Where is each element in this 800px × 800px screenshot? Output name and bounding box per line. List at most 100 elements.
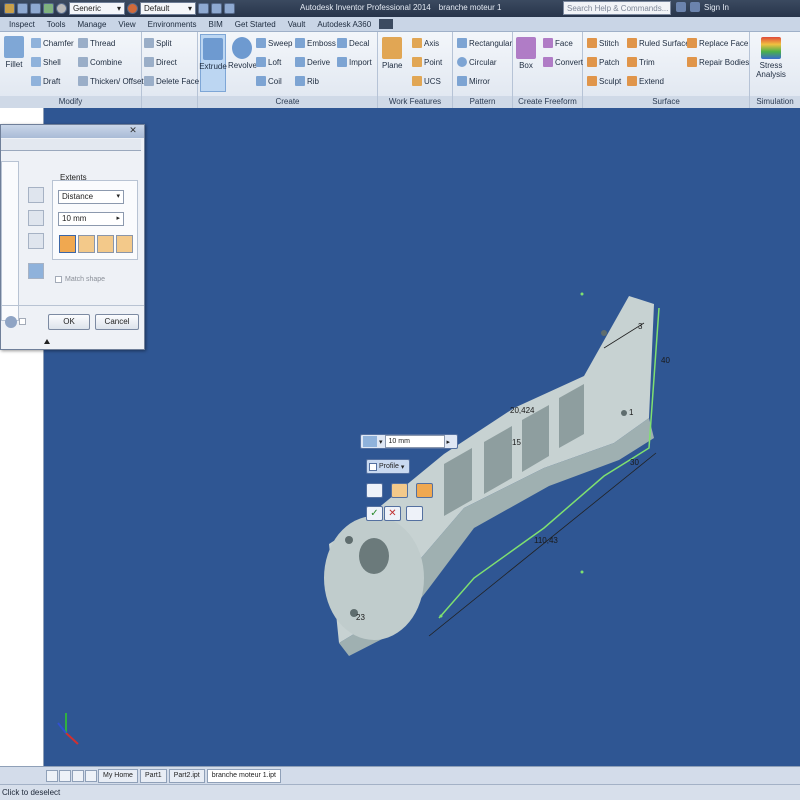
direction-flipped-button[interactable] xyxy=(78,235,95,253)
coil-button[interactable]: Coil xyxy=(256,76,282,86)
direction-asymmetric-button[interactable] xyxy=(116,235,133,253)
emboss-button[interactable]: Emboss xyxy=(295,38,336,48)
point-button[interactable]: Point xyxy=(412,57,442,67)
doc-tab-part1[interactable]: Part1 xyxy=(139,768,167,783)
tab-tools[interactable]: Tools xyxy=(41,17,72,32)
trim-button[interactable]: Trim xyxy=(627,57,655,67)
apply-button[interactable]: ✓ xyxy=(366,506,383,521)
cascade-windows-icon[interactable] xyxy=(59,769,71,782)
stress-analysis-button[interactable]: Stress Analysis xyxy=(754,37,788,79)
box-button[interactable]: Box xyxy=(516,37,536,70)
undo-icon[interactable] xyxy=(30,3,41,14)
split-button[interactable]: Split xyxy=(144,38,172,48)
combine-button[interactable]: Combine xyxy=(78,57,122,67)
extend-button[interactable]: Extend xyxy=(627,76,664,86)
doc-tab-part2[interactable]: Part2.ipt xyxy=(168,768,205,783)
face-button[interactable]: Face xyxy=(543,38,573,48)
tab-autodesk-a360[interactable]: Autodesk A360 xyxy=(311,17,377,32)
dimension-label[interactable]: 15 xyxy=(512,438,521,447)
distance-field[interactable]: 10 mm ▸ xyxy=(58,212,124,226)
output-solid-button[interactable] xyxy=(366,483,383,498)
tab-vault[interactable]: Vault xyxy=(282,17,312,32)
dimension-label[interactable]: 20,424 xyxy=(510,406,534,415)
sweep-button[interactable]: Sweep xyxy=(256,38,292,48)
sphere-icon[interactable] xyxy=(56,3,67,14)
doc-tab-branche-moteur[interactable]: branche moteur 1.ipt xyxy=(206,768,281,783)
doc-tab-my-home[interactable]: My Home xyxy=(98,768,138,783)
sign-in-link[interactable]: Sign In xyxy=(704,3,729,12)
circular-pattern-button[interactable]: Circular xyxy=(457,57,497,67)
distance-input[interactable]: 10 mm xyxy=(384,435,445,448)
direction-symmetric-button[interactable] xyxy=(97,235,114,253)
ucs-button[interactable]: UCS xyxy=(412,76,441,86)
dialog-tab[interactable] xyxy=(1,139,141,151)
dimension-label[interactable]: 40 xyxy=(661,356,670,365)
repair-bodies-button[interactable]: Repair Bodies xyxy=(687,57,749,67)
chevron-down-icon[interactable]: ▾ xyxy=(379,438,383,446)
extrude-button[interactable]: Extrude xyxy=(199,34,227,92)
previous-tab-icon[interactable] xyxy=(85,769,97,782)
join-button[interactable] xyxy=(391,483,408,498)
loft-button[interactable]: Loft xyxy=(256,57,281,67)
fillet-button[interactable]: Fillet xyxy=(4,36,24,69)
dimension-label[interactable]: 1 xyxy=(629,408,633,417)
expand-arrow-icon[interactable] xyxy=(44,339,50,344)
draft-button[interactable]: Draft xyxy=(31,76,60,86)
rectangular-pattern-button[interactable]: Rectangular xyxy=(457,38,512,48)
surface-output-icon[interactable] xyxy=(28,233,44,249)
thicken-offset-button[interactable]: Thicken/ Offset xyxy=(78,76,144,86)
decal-button[interactable]: Decal xyxy=(337,38,369,48)
tile-windows-icon[interactable] xyxy=(46,769,58,782)
delete-face-button[interactable]: Delete Face xyxy=(144,76,199,86)
ok-button[interactable]: OK xyxy=(48,314,90,330)
direct-button[interactable]: Direct xyxy=(144,57,177,67)
user-icon[interactable] xyxy=(690,2,700,12)
app-menu-icon[interactable] xyxy=(4,3,15,14)
import-button[interactable]: Import xyxy=(337,57,372,67)
thread-button[interactable]: Thread xyxy=(78,38,115,48)
graphics-viewport[interactable]: 110,43 20,424 15 30 40 1 3 23 ▾ 10 mm ▸ … xyxy=(44,108,800,766)
tab-environments[interactable]: Environments xyxy=(142,17,203,32)
extents-combo[interactable]: Distance ▾ xyxy=(58,190,124,204)
axis-button[interactable]: Axis xyxy=(412,38,439,48)
tab-get-started[interactable]: Get Started xyxy=(229,17,282,32)
tab-view[interactable]: View xyxy=(112,17,141,32)
solids-select-icon[interactable] xyxy=(28,210,44,226)
profile-select-icon[interactable] xyxy=(28,187,44,203)
profile-selector[interactable]: Profile ▾ xyxy=(366,459,410,474)
home-icon[interactable] xyxy=(17,3,28,14)
binoculars-icon[interactable] xyxy=(676,2,686,12)
appearance-icon[interactable] xyxy=(127,3,138,14)
chevron-right-icon[interactable]: ▸ xyxy=(447,438,451,446)
clear-icon[interactable] xyxy=(198,3,209,14)
direction-button[interactable] xyxy=(416,483,433,498)
tab-bim[interactable]: BIM xyxy=(203,17,229,32)
material-combo[interactable]: Generic ▾ xyxy=(69,2,125,15)
derive-button[interactable]: Derive xyxy=(295,57,330,67)
patch-button[interactable]: Patch xyxy=(587,57,619,67)
mirror-button[interactable]: Mirror xyxy=(457,76,490,86)
match-shape-checkbox[interactable]: Match shape xyxy=(55,276,105,283)
cancel-mini-button[interactable]: ✕ xyxy=(384,506,401,521)
dimension-label[interactable]: 30 xyxy=(630,458,639,467)
dimension-label[interactable]: 23 xyxy=(356,613,365,622)
measure-icon[interactable] xyxy=(211,3,222,14)
plane-button[interactable]: Plane xyxy=(382,37,402,70)
sculpt-button[interactable]: Sculpt xyxy=(587,76,621,86)
direction-default-button[interactable] xyxy=(59,235,76,253)
preview-checkbox[interactable] xyxy=(19,318,26,325)
tab-manage[interactable]: Manage xyxy=(71,17,112,32)
fx-icon[interactable] xyxy=(224,3,235,14)
rib-button[interactable]: Rib xyxy=(295,76,319,86)
dimension-label[interactable]: 110,43 xyxy=(534,536,558,545)
arrange-windows-icon[interactable] xyxy=(72,769,84,782)
stitch-button[interactable]: Stitch xyxy=(587,38,619,48)
convert-button[interactable]: Convert xyxy=(543,57,583,67)
dialog-titlebar[interactable]: ✕ xyxy=(1,125,144,138)
tab-overflow[interactable] xyxy=(379,19,394,29)
help-search-input[interactable]: Search Help & Commands... xyxy=(563,1,671,15)
chamfer-button[interactable]: Chamfer xyxy=(31,38,74,48)
appearance-combo[interactable]: Default ▾ xyxy=(140,2,196,15)
replace-face-button[interactable]: Replace Face xyxy=(687,38,748,48)
shell-button[interactable]: Shell xyxy=(31,57,61,67)
